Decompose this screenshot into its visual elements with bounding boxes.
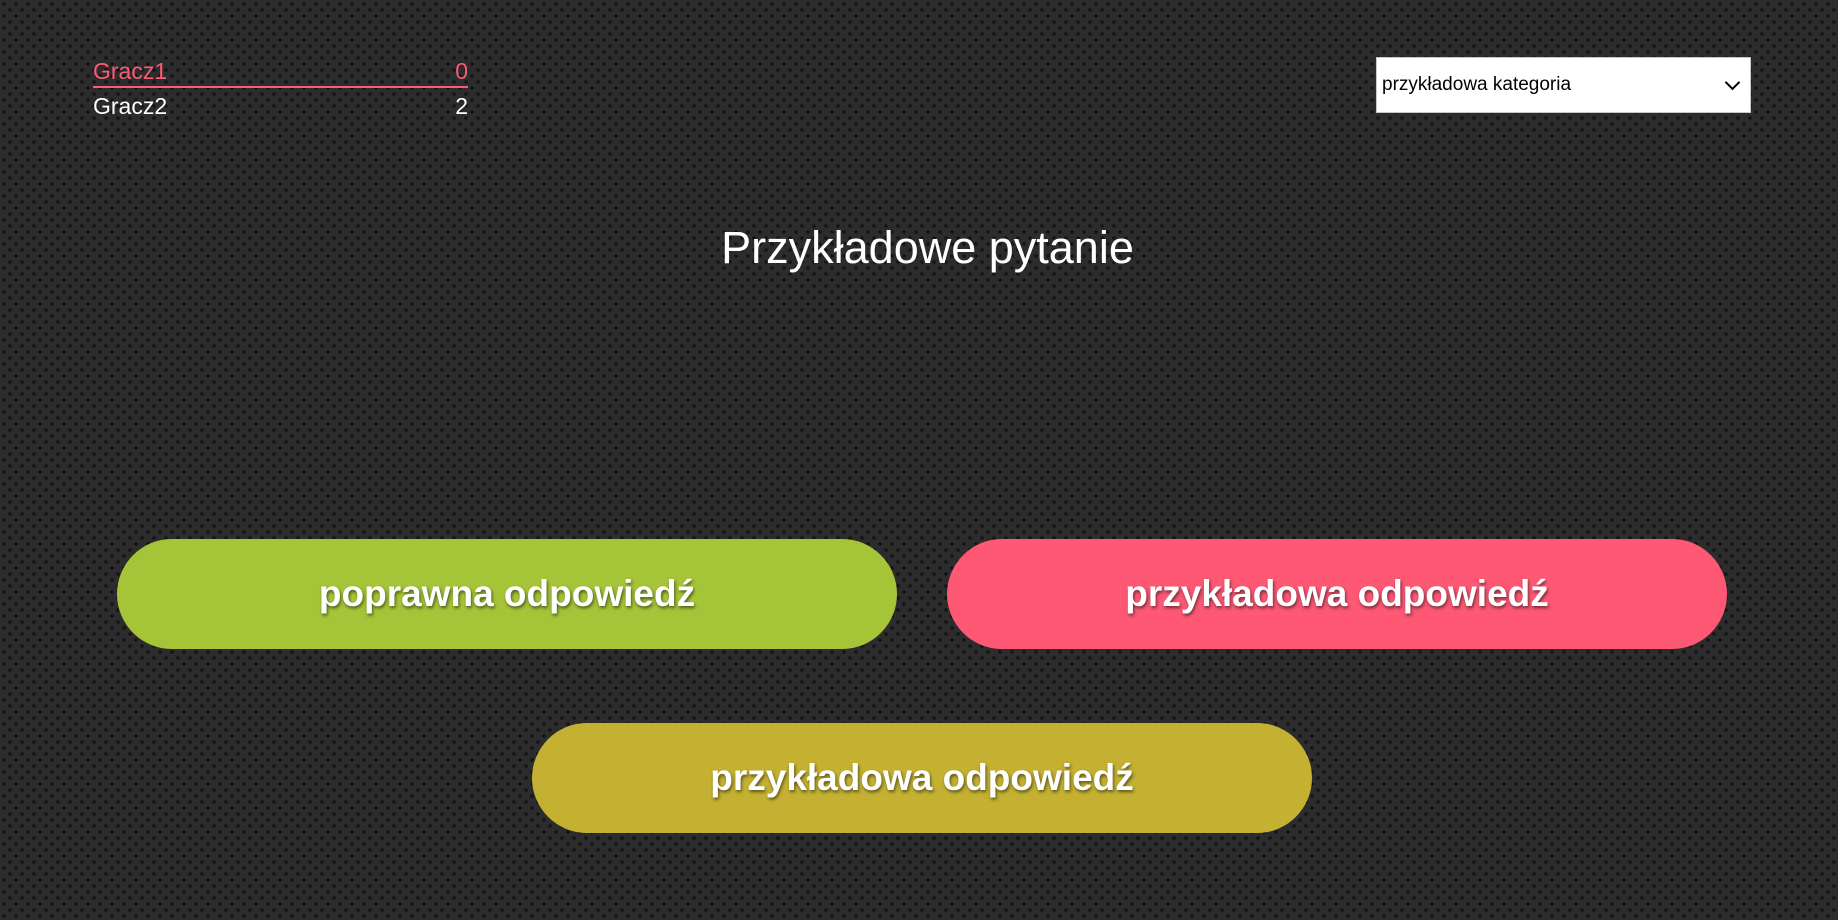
player-score: 2 bbox=[455, 93, 468, 119]
answer-label: przykładowa odpowiedź bbox=[710, 757, 1134, 798]
answer-label: poprawna odpowiedź bbox=[318, 573, 696, 614]
player-row-gracz1: Gracz1 0 bbox=[93, 56, 468, 88]
player-name: Gracz2 bbox=[93, 93, 168, 119]
player-row-gracz2: Gracz2 2 bbox=[93, 90, 468, 122]
scoreboard: Gracz1 0 Gracz2 2 bbox=[93, 56, 468, 122]
player-score: 0 bbox=[455, 58, 468, 84]
answer-label: przykładowa odpowiedź bbox=[1125, 573, 1549, 614]
chevron-down-icon bbox=[1724, 74, 1741, 91]
category-select[interactable]: przykładowa kategoria bbox=[1376, 57, 1751, 113]
answer-button-2[interactable]: przykładowa odpowiedź bbox=[947, 539, 1727, 649]
category-select-value: przykładowa kategoria bbox=[1382, 74, 1572, 95]
answer-button-1[interactable]: poprawna odpowiedź bbox=[117, 539, 897, 649]
question-text: Przykładowe pytanie bbox=[721, 222, 1134, 273]
answer-button-3[interactable]: przykładowa odpowiedź bbox=[532, 723, 1312, 833]
player-name: Gracz1 bbox=[93, 58, 168, 84]
